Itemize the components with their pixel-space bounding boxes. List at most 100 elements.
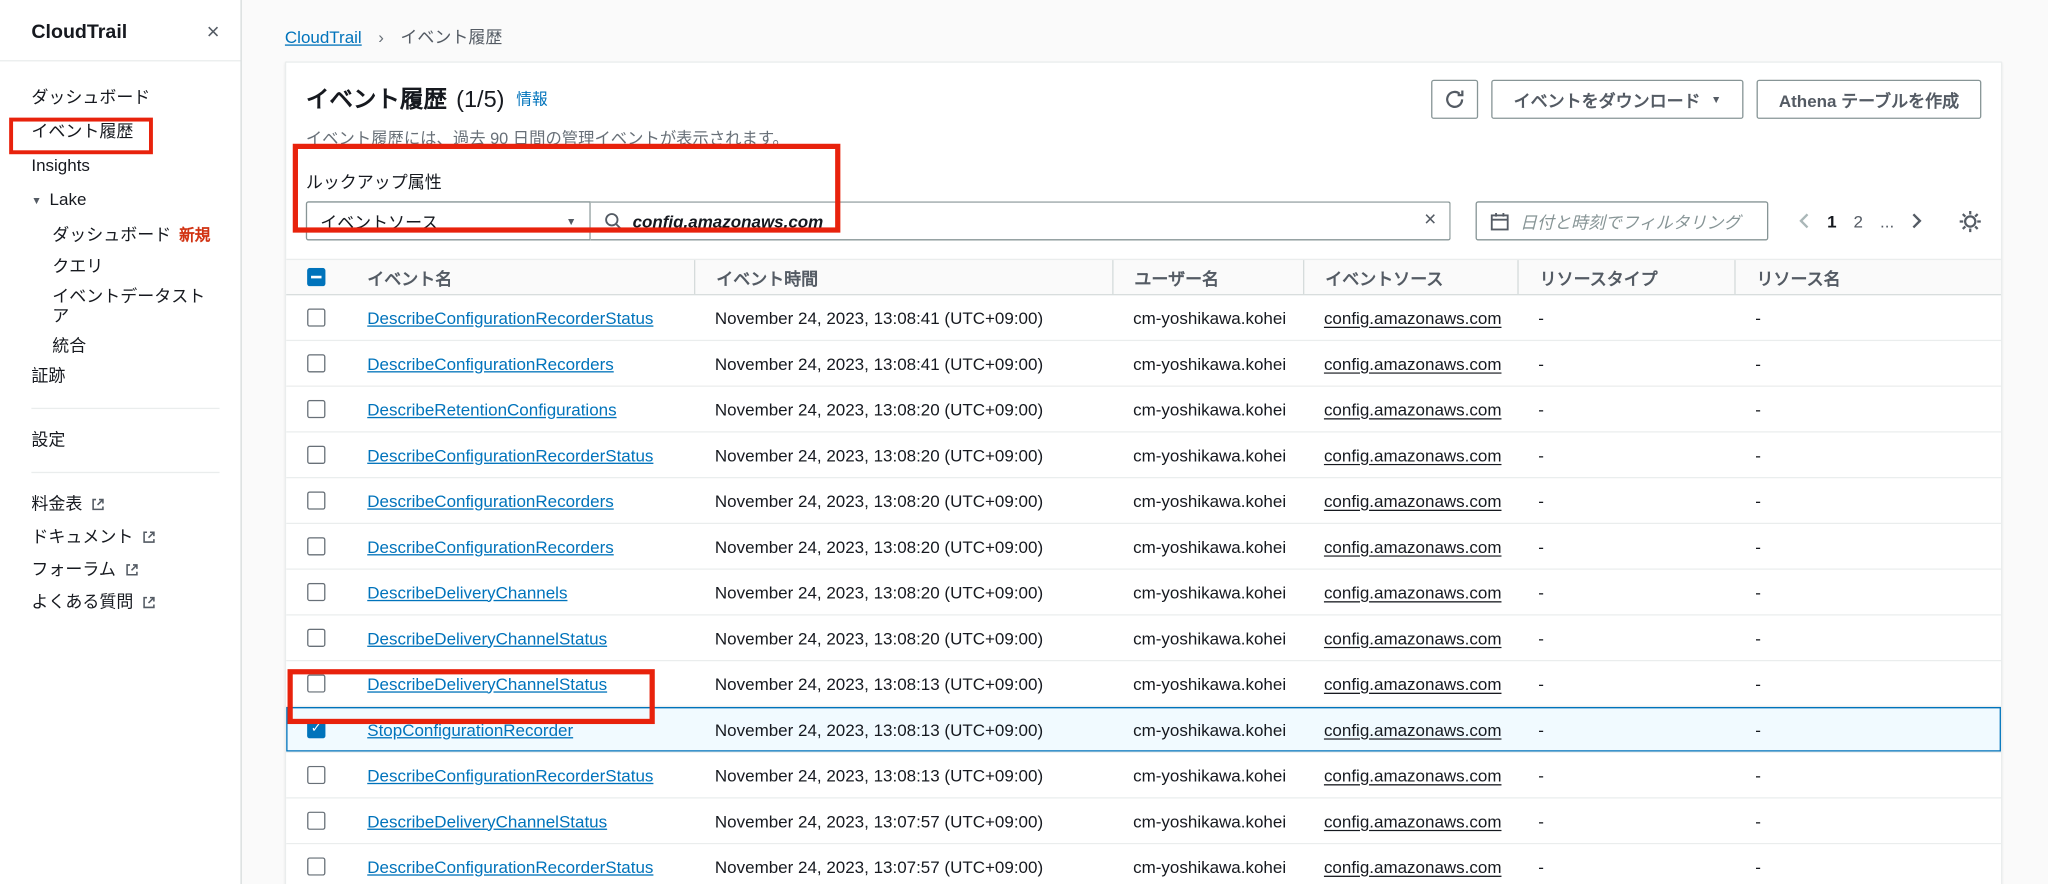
table-row[interactable]: DescribeConfigurationRecorderStatus Nove… bbox=[286, 432, 2001, 479]
sidebar-item-query[interactable]: クエリ bbox=[52, 256, 219, 276]
event-name-link[interactable]: DescribeConfigurationRecorders bbox=[367, 491, 613, 511]
table-row[interactable]: DescribeDeliveryChannelStatus November 2… bbox=[286, 661, 2001, 708]
table-row[interactable]: DescribeConfigurationRecorderStatus Nove… bbox=[286, 844, 2001, 884]
breadcrumb-cloudtrail-link[interactable]: CloudTrail bbox=[285, 27, 362, 47]
row-checkbox[interactable] bbox=[307, 674, 326, 693]
new-badge: 新規 bbox=[179, 225, 211, 244]
event-name-link[interactable]: DescribeRetentionConfigurations bbox=[367, 399, 616, 419]
calendar-icon bbox=[1490, 212, 1509, 230]
table-row[interactable]: DescribeDeliveryChannelStatus November 2… bbox=[286, 798, 2001, 845]
sidebar-item-insights[interactable]: Insights bbox=[31, 156, 219, 177]
table-row[interactable]: DescribeRetentionConfigurations November… bbox=[286, 386, 2001, 433]
resource-name: - bbox=[1755, 673, 1761, 694]
sidebar-item-trails[interactable]: 証跡 bbox=[31, 365, 219, 386]
user-name: cm-yoshikawa.kohei bbox=[1133, 445, 1287, 465]
select-all-checkbox[interactable] bbox=[307, 267, 326, 287]
event-name-link[interactable]: DescribeConfigurationRecorderStatus bbox=[367, 445, 653, 465]
event-name-link[interactable]: DescribeDeliveryChannelStatus bbox=[367, 674, 607, 694]
column-header-event-source[interactable]: イベントソース bbox=[1303, 260, 1517, 295]
sidebar-link-forum[interactable]: フォーラム bbox=[31, 559, 219, 580]
page-subtitle: イベント履歴には、過去 90 日間の管理イベントが表示されます。 bbox=[305, 129, 789, 148]
table-row[interactable]: DescribeConfigurationRecorderStatus Nove… bbox=[286, 752, 2001, 799]
row-checkbox[interactable] bbox=[307, 628, 326, 647]
table-row[interactable]: DescribeConfigurationRecorders November … bbox=[286, 478, 2001, 525]
sidebar-item-event-history[interactable]: イベント履歴 bbox=[31, 122, 219, 143]
event-name-link[interactable]: DescribeConfigurationRecorderStatus bbox=[367, 308, 653, 328]
event-time: November 24, 2023, 13:08:20 (UTC+09:00) bbox=[714, 399, 1044, 419]
sidebar-item-lake[interactable]: ▼ Lake bbox=[31, 190, 219, 212]
event-name-link[interactable]: DescribeConfigurationRecorders bbox=[367, 537, 613, 557]
table-row[interactable]: DescribeDeliveryChannels November 24, 20… bbox=[286, 569, 2001, 616]
next-page-button[interactable] bbox=[1911, 213, 1923, 229]
clear-search-icon[interactable]: × bbox=[1424, 210, 1436, 231]
gear-icon[interactable] bbox=[1959, 210, 1981, 232]
event-time: November 24, 2023, 13:08:20 (UTC+09:00) bbox=[714, 490, 1044, 511]
event-name-link[interactable]: DescribeConfigurationRecorderStatus bbox=[367, 765, 653, 785]
date-filter-input[interactable]: 日付と時刻でフィルタリング bbox=[1475, 201, 1769, 241]
page-number-1[interactable]: 1 bbox=[1827, 211, 1836, 231]
create-athena-table-button[interactable]: Athena テーブルを作成 bbox=[1756, 79, 1982, 119]
resource-name: - bbox=[1755, 810, 1761, 831]
row-checkbox[interactable] bbox=[307, 491, 326, 510]
row-checkbox[interactable] bbox=[307, 308, 326, 327]
event-name-link[interactable]: DescribeDeliveryChannelStatus bbox=[367, 811, 607, 831]
download-events-button[interactable]: イベントをダウンロード ▼ bbox=[1491, 79, 1744, 119]
info-link[interactable]: 情報 bbox=[516, 88, 547, 110]
external-link-icon bbox=[143, 530, 155, 543]
row-checkbox[interactable] bbox=[307, 811, 326, 830]
page-number-2[interactable]: 2 bbox=[1854, 211, 1863, 231]
event-source: config.amazonaws.com bbox=[1323, 582, 1502, 602]
event-name-link[interactable]: DescribeDeliveryChannelStatus bbox=[367, 628, 607, 648]
column-header-user-name[interactable]: ユーザー名 bbox=[1112, 260, 1303, 295]
event-name-link[interactable]: DescribeConfigurationRecorderStatus bbox=[367, 857, 653, 877]
sidebar-link-pricing[interactable]: 料金表 bbox=[31, 493, 219, 514]
event-time: November 24, 2023, 13:08:20 (UTC+09:00) bbox=[714, 627, 1044, 648]
table-row[interactable]: DescribeConfigurationRecorderStatus Nove… bbox=[286, 295, 2001, 342]
search-input[interactable]: config.amazonaws.com × bbox=[590, 201, 1451, 241]
user-name: cm-yoshikawa.kohei bbox=[1133, 399, 1287, 419]
table-row[interactable]: DescribeDeliveryChannelStatus November 2… bbox=[286, 615, 2001, 662]
lookup-attribute-select[interactable]: イベントソース ▼ bbox=[305, 201, 591, 241]
sidebar-item-integration[interactable]: 統合 bbox=[52, 335, 219, 355]
date-filter-placeholder: 日付と時刻でフィルタリング bbox=[1519, 212, 1741, 232]
refresh-button[interactable] bbox=[1431, 79, 1479, 119]
row-checkbox[interactable] bbox=[307, 445, 326, 464]
event-source: config.amazonaws.com bbox=[1323, 719, 1502, 740]
page-title: イベント履歴 bbox=[305, 86, 447, 113]
column-header-event-name[interactable]: イベント名 bbox=[346, 265, 694, 290]
download-events-label: イベントをダウンロード bbox=[1513, 90, 1701, 111]
chevron-down-icon: ▼ bbox=[31, 194, 42, 206]
event-name-link[interactable]: DescribeDeliveryChannels bbox=[367, 582, 567, 602]
table-row[interactable]: DescribeConfigurationRecorders November … bbox=[286, 524, 2001, 570]
row-checkbox[interactable] bbox=[307, 720, 326, 739]
sidebar-item-settings[interactable]: 設定 bbox=[31, 429, 219, 450]
row-checkbox[interactable] bbox=[307, 857, 326, 876]
column-header-resource-type[interactable]: リソースタイプ bbox=[1517, 260, 1734, 295]
row-checkbox[interactable] bbox=[307, 354, 326, 373]
column-header-resource-name[interactable]: リソース名 bbox=[1734, 260, 2001, 295]
sidebar-item-lake-dashboard[interactable]: ダッシュボード 新規 bbox=[52, 224, 219, 245]
row-checkbox[interactable] bbox=[307, 582, 326, 602]
event-table-header: イベント名 イベント時間 ユーザー名 イベントソース リソースタイプ リソース名 bbox=[286, 258, 2001, 296]
resource-name: - bbox=[1755, 307, 1761, 328]
row-checkbox[interactable] bbox=[307, 765, 326, 785]
sidebar-link-faq[interactable]: よくある質問 bbox=[31, 591, 219, 612]
cloudtrail-console: CloudTrail × ダッシュボード イベント履歴 Insights ▼ La… bbox=[0, 0, 2048, 884]
close-icon[interactable]: × bbox=[207, 21, 220, 43]
sidebar-link-documentation[interactable]: ドキュメント bbox=[31, 526, 219, 547]
event-source: config.amazonaws.com bbox=[1323, 810, 1502, 831]
sidebar-item-event-data-store[interactable]: イベントデータストア bbox=[52, 286, 219, 325]
row-checkbox[interactable] bbox=[307, 537, 326, 556]
sidebar-item-dashboard[interactable]: ダッシュボード bbox=[31, 88, 219, 109]
search-icon bbox=[605, 213, 622, 230]
table-row[interactable]: DescribeConfigurationRecorders November … bbox=[286, 341, 2001, 387]
event-name-link[interactable]: StopConfigurationRecorder bbox=[367, 719, 573, 739]
column-header-event-time[interactable]: イベント時間 bbox=[693, 260, 1112, 295]
resource-type: - bbox=[1538, 353, 1544, 374]
prev-page-button[interactable] bbox=[1798, 213, 1810, 229]
event-name-link[interactable]: DescribeConfigurationRecorders bbox=[367, 354, 613, 374]
table-row[interactable]: StopConfigurationRecorder November 24, 2… bbox=[286, 707, 2001, 753]
user-name: cm-yoshikawa.kohei bbox=[1133, 627, 1287, 648]
result-count: (1/5) bbox=[456, 86, 505, 113]
row-checkbox[interactable] bbox=[307, 399, 326, 419]
